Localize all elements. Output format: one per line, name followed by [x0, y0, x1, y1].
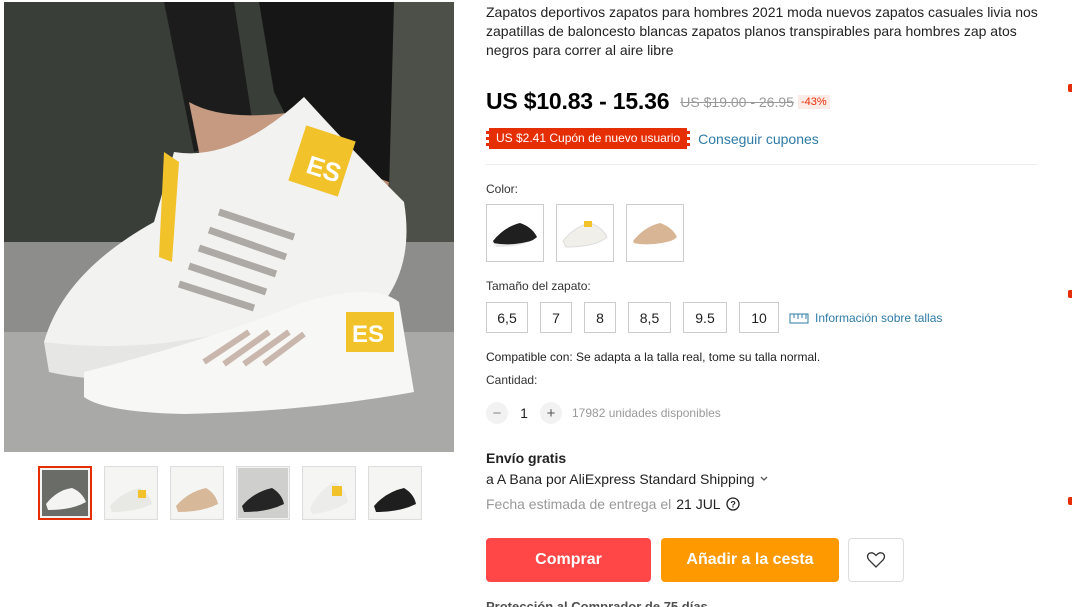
thumbnail-3[interactable]: [170, 466, 224, 520]
add-to-cart-button[interactable]: Añadir a la cesta: [661, 538, 839, 582]
divider: [486, 164, 1038, 165]
page-edge-indicators: [1058, 0, 1072, 607]
color-option-white[interactable]: [556, 204, 614, 262]
size-label: Tamaño del zapato:: [486, 279, 591, 293]
color-option-beige[interactable]: [626, 204, 684, 262]
quantity-decrease-button[interactable]: −: [486, 402, 508, 424]
fit-note: Compatible con: Se adapta a la talla rea…: [486, 350, 821, 364]
edge-marker: [1068, 84, 1072, 92]
ruler-icon: [789, 313, 809, 323]
size-option[interactable]: 8,5: [628, 302, 671, 333]
thumbnail-strip: [38, 466, 422, 520]
edge-marker: [1068, 497, 1072, 505]
delivery-prefix: Fecha estimada de entrega el: [486, 496, 672, 512]
size-options: 6,5 7 8 8,5 9.5 10 Información sobre tal…: [486, 302, 942, 333]
color-options: [486, 204, 684, 262]
coupon-row: US $2.41 Cupón de nuevo usuario Consegui…: [486, 128, 819, 149]
svg-text:?: ?: [730, 500, 736, 510]
size-option[interactable]: 10: [739, 302, 779, 333]
color-option-black[interactable]: [486, 204, 544, 262]
quantity-increase-button[interactable]: +: [540, 402, 562, 424]
shipping-method-label: a A Bana por AliExpress Standard Shippin…: [486, 471, 755, 487]
shipping-title: Envío gratis: [486, 450, 567, 466]
size-guide-link[interactable]: Información sobre tallas: [789, 311, 942, 325]
quantity-stepper: − 1 + 17982 unidades disponibles: [486, 402, 721, 424]
discount-badge: -43%: [797, 94, 830, 109]
new-user-coupon[interactable]: US $2.41 Cupón de nuevo usuario: [486, 128, 691, 149]
buy-now-button[interactable]: Comprar: [486, 538, 651, 582]
shipping-method[interactable]: a A Bana por AliExpress Standard Shippin…: [486, 471, 769, 487]
heart-icon: [866, 552, 886, 568]
thumbnail-5[interactable]: [302, 466, 356, 520]
get-coupons-link[interactable]: Conseguir cupones: [698, 131, 819, 147]
thumbnail-1[interactable]: [38, 466, 92, 520]
chevron-down-icon: [760, 476, 767, 481]
original-price: US $19.00 - 26.95: [680, 93, 794, 110]
delivery-date: 21 JUL: [676, 496, 721, 512]
wishlist-button[interactable]: [848, 538, 904, 582]
size-option[interactable]: 8: [584, 302, 616, 333]
stock-available: 17982 unidades disponibles: [572, 406, 721, 420]
thumbnail-4[interactable]: [236, 466, 290, 520]
thumbnail-6[interactable]: [368, 466, 422, 520]
color-label: Color:: [486, 182, 519, 196]
delivery-estimate: Fecha estimada de entrega el 21 JUL ?: [486, 496, 740, 512]
thumbnail-2[interactable]: [104, 466, 158, 520]
svg-text:ES: ES: [352, 321, 384, 348]
buyer-protection-text: Protección al Comprador de 75 días: [486, 599, 708, 607]
current-price: US $10.83 - 15.36: [486, 88, 670, 114]
product-title: Zapatos deportivos zapatos para hombres …: [486, 4, 1038, 58]
help-icon[interactable]: ?: [725, 497, 740, 511]
edge-marker: [1068, 290, 1072, 298]
quantity-value[interactable]: 1: [508, 405, 540, 421]
shoe-photo: ES ES: [4, 2, 454, 452]
size-option[interactable]: 9.5: [683, 302, 727, 333]
size-guide-label: Información sobre tallas: [815, 310, 943, 325]
price-row: US $10.83 - 15.36 US $19.00 - 26.95 -43%: [486, 88, 830, 115]
product-main-image[interactable]: ES ES: [4, 2, 454, 452]
size-option[interactable]: 7: [540, 302, 572, 333]
size-option[interactable]: 6,5: [486, 302, 528, 333]
quantity-label: Cantidad:: [486, 373, 538, 387]
